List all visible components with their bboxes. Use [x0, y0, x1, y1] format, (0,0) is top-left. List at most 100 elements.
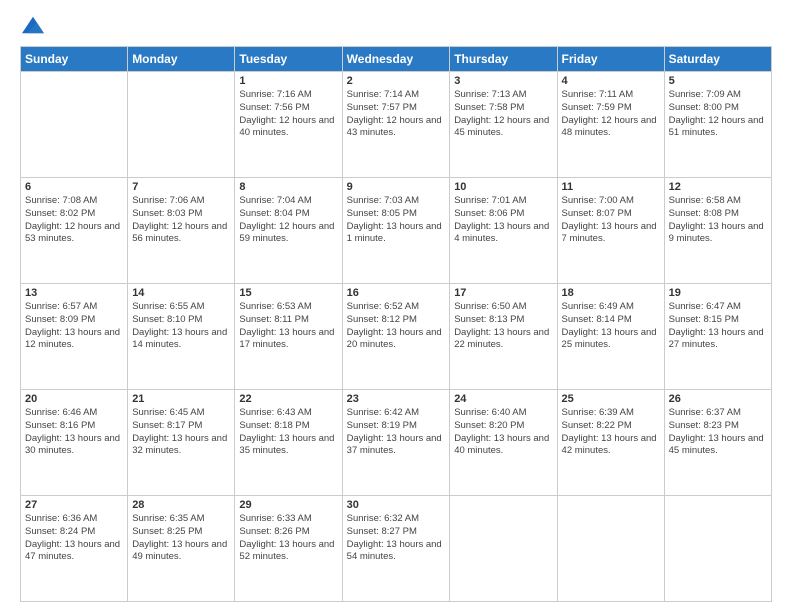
- calendar-cell: 1 Sunrise: 7:16 AM Sunset: 7:56 PM Daylig…: [235, 72, 342, 178]
- logo: [20, 18, 44, 36]
- day-number: 7: [132, 181, 230, 193]
- day-info: Sunrise: 7:16 AM Sunset: 7:56 PM Dayligh…: [239, 89, 337, 140]
- calendar-cell: 23 Sunrise: 6:42 AM Sunset: 8:19 PM Dayli…: [342, 390, 450, 496]
- day-info: Sunrise: 6:36 AM Sunset: 8:24 PM Dayligh…: [25, 513, 123, 564]
- calendar-cell: 14Sunrise: 6:55 AM Sunset: 8:10 PM Dayli…: [128, 284, 235, 390]
- calendar-cell: 2 Sunrise: 7:14 AM Sunset: 7:57 PM Daylig…: [342, 72, 450, 178]
- calendar-cell: 28 Sunrise: 6:35 AM Sunset: 8:25 PM Dayli…: [128, 496, 235, 602]
- calendar-cell: [21, 72, 128, 178]
- calendar-cell: [128, 72, 235, 178]
- calendar-week-1: 1 Sunrise: 7:16 AM Sunset: 7:56 PM Daylig…: [21, 72, 772, 178]
- day-number: 25: [562, 393, 660, 405]
- day-number: 14: [132, 287, 230, 299]
- calendar-week-4: 20Sunrise: 6:46 AM Sunset: 8:16 PM Dayli…: [21, 390, 772, 496]
- day-info: Sunrise: 7:11 AM Sunset: 7:59 PM Dayligh…: [562, 89, 660, 140]
- header-sunday: Sunday: [21, 47, 128, 72]
- day-info: Sunrise: 6:50 AM Sunset: 8:13 PM Dayligh…: [454, 301, 552, 352]
- header: [20, 18, 772, 36]
- day-number: 21: [132, 393, 230, 405]
- day-number: 8: [239, 181, 337, 193]
- calendar-cell: 26 Sunrise: 6:37 AM Sunset: 8:23 PM Dayli…: [664, 390, 771, 496]
- header-friday: Friday: [557, 47, 664, 72]
- day-info: Sunrise: 7:01 AM Sunset: 8:06 PM Dayligh…: [454, 195, 552, 246]
- day-info: Sunrise: 6:37 AM Sunset: 8:23 PM Dayligh…: [669, 407, 767, 458]
- day-number: 11: [562, 181, 660, 193]
- calendar-cell: 27 Sunrise: 6:36 AM Sunset: 8:24 PM Dayli…: [21, 496, 128, 602]
- day-number: 23: [347, 393, 446, 405]
- day-info: Sunrise: 6:58 AM Sunset: 8:08 PM Dayligh…: [669, 195, 767, 246]
- day-number: 4: [562, 75, 660, 87]
- day-info: Sunrise: 6:52 AM Sunset: 8:12 PM Dayligh…: [347, 301, 446, 352]
- day-number: 9: [347, 181, 446, 193]
- calendar-cell: 21 Sunrise: 6:45 AM Sunset: 8:17 PM Dayli…: [128, 390, 235, 496]
- day-number: 2: [347, 75, 446, 87]
- calendar-cell: [664, 496, 771, 602]
- day-number: 18: [562, 287, 660, 299]
- day-info: Sunrise: 6:42 AM Sunset: 8:19 PM Dayligh…: [347, 407, 446, 458]
- day-info: Sunrise: 7:00 AM Sunset: 8:07 PM Dayligh…: [562, 195, 660, 246]
- calendar-week-2: 6 Sunrise: 7:08 AM Sunset: 8:02 PM Daylig…: [21, 178, 772, 284]
- day-number: 19: [669, 287, 767, 299]
- day-info: Sunrise: 7:06 AM Sunset: 8:03 PM Dayligh…: [132, 195, 230, 246]
- calendar-cell: 13Sunrise: 6:57 AM Sunset: 8:09 PM Dayli…: [21, 284, 128, 390]
- day-info: Sunrise: 6:47 AM Sunset: 8:15 PM Dayligh…: [669, 301, 767, 352]
- header-saturday: Saturday: [664, 47, 771, 72]
- day-info: Sunrise: 7:03 AM Sunset: 8:05 PM Dayligh…: [347, 195, 446, 246]
- day-number: 30: [347, 499, 446, 511]
- calendar-cell: 29Sunrise: 6:33 AM Sunset: 8:26 PM Dayli…: [235, 496, 342, 602]
- day-info: Sunrise: 6:43 AM Sunset: 8:18 PM Dayligh…: [239, 407, 337, 458]
- calendar-cell: 12 Sunrise: 6:58 AM Sunset: 8:08 PM Dayli…: [664, 178, 771, 284]
- day-info: Sunrise: 6:35 AM Sunset: 8:25 PM Dayligh…: [132, 513, 230, 564]
- calendar-cell: 6 Sunrise: 7:08 AM Sunset: 8:02 PM Daylig…: [21, 178, 128, 284]
- day-info: Sunrise: 6:40 AM Sunset: 8:20 PM Dayligh…: [454, 407, 552, 458]
- day-number: 10: [454, 181, 552, 193]
- calendar-cell: 8 Sunrise: 7:04 AM Sunset: 8:04 PM Daylig…: [235, 178, 342, 284]
- day-number: 6: [25, 181, 123, 193]
- calendar-cell: 4 Sunrise: 7:11 AM Sunset: 7:59 PM Daylig…: [557, 72, 664, 178]
- calendar-week-3: 13Sunrise: 6:57 AM Sunset: 8:09 PM Dayli…: [21, 284, 772, 390]
- header-tuesday: Tuesday: [235, 47, 342, 72]
- header-wednesday: Wednesday: [342, 47, 450, 72]
- calendar-cell: 7 Sunrise: 7:06 AM Sunset: 8:03 PM Daylig…: [128, 178, 235, 284]
- calendar-cell: 9 Sunrise: 7:03 AM Sunset: 8:05 PM Daylig…: [342, 178, 450, 284]
- calendar-cell: 19 Sunrise: 6:47 AM Sunset: 8:15 PM Dayli…: [664, 284, 771, 390]
- day-number: 27: [25, 499, 123, 511]
- day-info: Sunrise: 7:04 AM Sunset: 8:04 PM Dayligh…: [239, 195, 337, 246]
- day-info: Sunrise: 6:33 AM Sunset: 8:26 PM Dayligh…: [239, 513, 337, 564]
- day-info: Sunrise: 7:08 AM Sunset: 8:02 PM Dayligh…: [25, 195, 123, 246]
- calendar-cell: 24 Sunrise: 6:40 AM Sunset: 8:20 PM Dayli…: [450, 390, 557, 496]
- calendar-header-row: Sunday Monday Tuesday Wednesday Thursday…: [21, 47, 772, 72]
- day-number: 20: [25, 393, 123, 405]
- day-info: Sunrise: 7:13 AM Sunset: 7:58 PM Dayligh…: [454, 89, 552, 140]
- calendar-cell: 10 Sunrise: 7:01 AM Sunset: 8:06 PM Dayli…: [450, 178, 557, 284]
- day-info: Sunrise: 7:14 AM Sunset: 7:57 PM Dayligh…: [347, 89, 446, 140]
- day-number: 17: [454, 287, 552, 299]
- calendar-cell: 22 Sunrise: 6:43 AM Sunset: 8:18 PM Dayli…: [235, 390, 342, 496]
- day-number: 28: [132, 499, 230, 511]
- page: Sunday Monday Tuesday Wednesday Thursday…: [0, 0, 792, 612]
- calendar-cell: 16 Sunrise: 6:52 AM Sunset: 8:12 PM Dayli…: [342, 284, 450, 390]
- day-number: 13: [25, 287, 123, 299]
- calendar-cell: 5Sunrise: 7:09 AM Sunset: 8:00 PM Daylig…: [664, 72, 771, 178]
- day-number: 24: [454, 393, 552, 405]
- calendar-cell: 20Sunrise: 6:46 AM Sunset: 8:16 PM Dayli…: [21, 390, 128, 496]
- day-info: Sunrise: 6:45 AM Sunset: 8:17 PM Dayligh…: [132, 407, 230, 458]
- calendar: Sunday Monday Tuesday Wednesday Thursday…: [20, 46, 772, 602]
- day-number: 22: [239, 393, 337, 405]
- day-number: 26: [669, 393, 767, 405]
- day-info: Sunrise: 6:53 AM Sunset: 8:11 PM Dayligh…: [239, 301, 337, 352]
- day-info: Sunrise: 6:39 AM Sunset: 8:22 PM Dayligh…: [562, 407, 660, 458]
- calendar-cell: 30Sunrise: 6:32 AM Sunset: 8:27 PM Dayli…: [342, 496, 450, 602]
- calendar-cell: [557, 496, 664, 602]
- logo-icon: [22, 14, 44, 36]
- calendar-cell: 17 Sunrise: 6:50 AM Sunset: 8:13 PM Dayli…: [450, 284, 557, 390]
- calendar-cell: 15Sunrise: 6:53 AM Sunset: 8:11 PM Dayli…: [235, 284, 342, 390]
- day-info: Sunrise: 7:09 AM Sunset: 8:00 PM Dayligh…: [669, 89, 767, 140]
- day-number: 16: [347, 287, 446, 299]
- day-number: 3: [454, 75, 552, 87]
- header-monday: Monday: [128, 47, 235, 72]
- day-number: 12: [669, 181, 767, 193]
- calendar-cell: 11 Sunrise: 7:00 AM Sunset: 8:07 PM Dayli…: [557, 178, 664, 284]
- calendar-cell: 3 Sunrise: 7:13 AM Sunset: 7:58 PM Daylig…: [450, 72, 557, 178]
- day-number: 1: [239, 75, 337, 87]
